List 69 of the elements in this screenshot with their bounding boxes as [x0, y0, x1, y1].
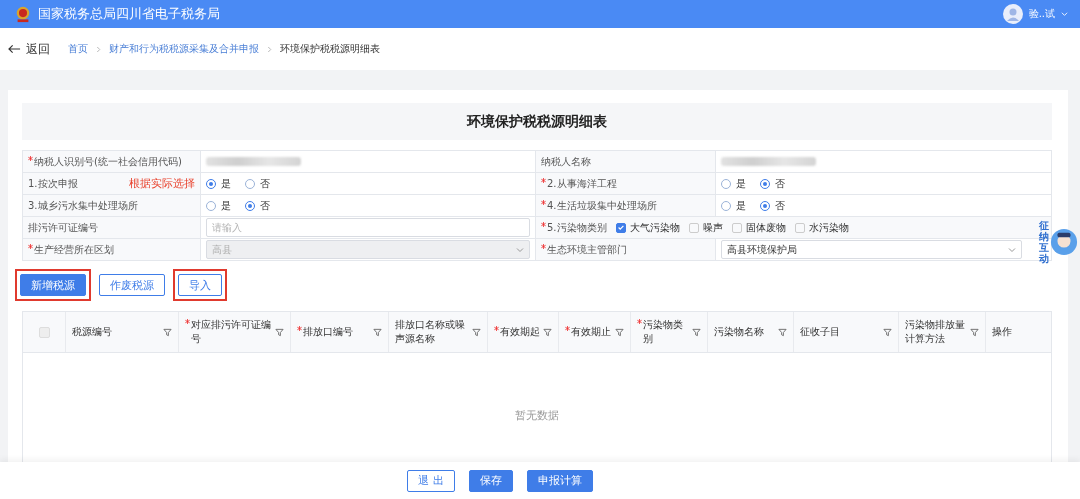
footer-button[interactable]: 申报计算: [526, 469, 593, 492]
column-label: 排放口名称或噪声源名称: [395, 317, 466, 346]
field-label: 3.城乡污水集中处理场所: [28, 198, 138, 213]
caret-icon[interactable]: [1061, 10, 1068, 18]
action-button[interactable]: 导入: [178, 274, 222, 296]
assistant-avatar-icon[interactable]: [1050, 228, 1078, 256]
filter-icon[interactable]: [163, 327, 172, 337]
field-label: 4.生活垃圾集中处理场所: [547, 198, 657, 213]
back-arrow-icon: [8, 44, 21, 54]
field-label: 纳税人名称: [541, 154, 591, 169]
field-label: 生产经营所在区划: [34, 242, 114, 257]
field-label: 纳税人识别号(统一社会信用代码): [34, 154, 182, 169]
filter-icon[interactable]: [275, 327, 284, 337]
column-label: 排放口编号: [303, 324, 353, 339]
site-title: 国家税务总局四川省电子税务局: [38, 5, 220, 23]
column-label: 污染物排放量计算方法: [905, 317, 966, 346]
footer-button[interactable]: 保存: [468, 469, 513, 492]
column-label: 有效期止: [571, 324, 611, 339]
annotation-note: 根据实际选择: [129, 176, 195, 191]
avatar-icon[interactable]: [1002, 4, 1023, 24]
assistant-label[interactable]: 征纳互动: [1039, 220, 1049, 264]
field-label: 排污许可证编号: [28, 220, 98, 235]
filter-icon[interactable]: [543, 327, 552, 337]
radio-option[interactable]: 否: [760, 176, 785, 191]
filter-icon[interactable]: [883, 327, 892, 337]
select-field[interactable]: 高县环境保护局: [721, 240, 1022, 259]
action-button[interactable]: 新增税源: [20, 274, 86, 296]
select-all-checkbox[interactable]: [38, 326, 50, 338]
check-icon: [616, 223, 625, 232]
footer-button[interactable]: 退 出: [407, 469, 455, 492]
field-label: 生态环境主管部门: [547, 242, 627, 257]
radio-option[interactable]: 是: [721, 198, 746, 213]
empty-message: 暂无数据: [515, 408, 559, 423]
column-label: 征收子目: [800, 324, 840, 339]
radio-option[interactable]: 是: [206, 176, 231, 191]
column-label: 操作: [992, 324, 1012, 339]
column-label: 污染物类别: [643, 317, 684, 346]
column-label: 对应排污许可证编号: [191, 317, 272, 346]
chevron-right-icon: [267, 45, 272, 53]
chevron-right-icon: [96, 45, 101, 53]
breadcrumb-link[interactable]: 首页: [68, 42, 88, 56]
radio-option[interactable]: 否: [245, 176, 270, 191]
filter-icon[interactable]: [615, 327, 624, 337]
filter-icon[interactable]: [692, 327, 701, 337]
checkbox[interactable]: 大气污染物: [615, 220, 680, 235]
checkbox[interactable]: 固体废物: [731, 220, 786, 235]
breadcrumb-link[interactable]: 环境保护税税源明细表: [280, 42, 380, 56]
radio-option[interactable]: 是: [206, 198, 231, 213]
filter-icon[interactable]: [778, 327, 787, 337]
radio-option[interactable]: 否: [760, 198, 785, 213]
action-button[interactable]: 作废税源: [99, 274, 165, 296]
radio-option[interactable]: 是: [721, 176, 746, 191]
form-title: 环境保护税税源明细表: [467, 112, 607, 131]
column-label: 污染物名称: [714, 324, 764, 339]
column-label: 税源编号: [72, 324, 112, 339]
input-field[interactable]: 请输入: [206, 218, 530, 237]
checkbox[interactable]: 水污染物: [794, 220, 849, 235]
field-label: 1.按次申报: [28, 176, 78, 191]
back-button[interactable]: 返回: [8, 40, 50, 58]
breadcrumb-link[interactable]: 财产和行为税税源采集及合并申报: [109, 42, 259, 56]
emblem-icon: [14, 5, 32, 23]
checkbox[interactable]: 噪声: [688, 220, 723, 235]
radio-option[interactable]: 否: [245, 198, 270, 213]
field-label: 2.从事海洋工程: [547, 176, 617, 191]
filter-icon[interactable]: [373, 327, 382, 337]
filter-icon[interactable]: [472, 327, 481, 337]
filter-icon[interactable]: [970, 327, 979, 337]
field-label: 5.污染物类别: [547, 220, 607, 235]
column-label: 有效期起: [500, 324, 540, 339]
